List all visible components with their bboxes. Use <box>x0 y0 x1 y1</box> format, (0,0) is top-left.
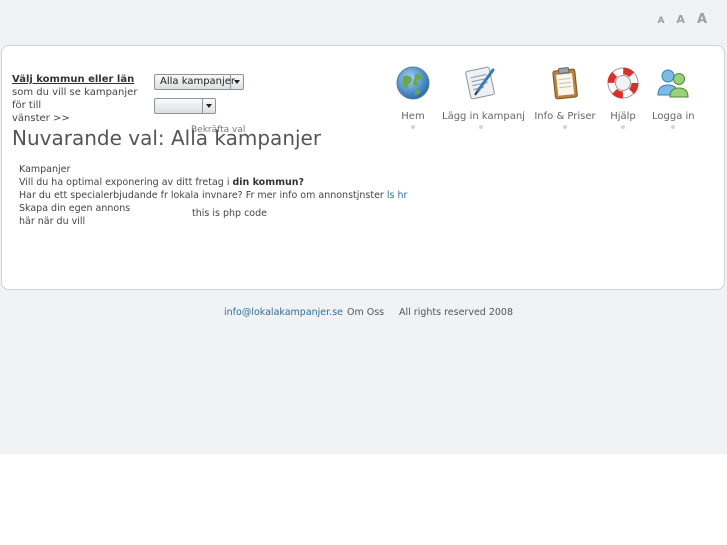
nav-item-hem[interactable]: Hem <box>395 65 431 129</box>
nav-item-lagg-in-kampanj[interactable]: Lägg in kampanj <box>442 65 525 129</box>
font-size-small-button[interactable]: A <box>657 16 664 26</box>
nav-indicator-dot <box>479 125 483 129</box>
nav-indicator-dot <box>671 125 675 129</box>
footer-about-link[interactable]: Om Oss <box>347 307 384 318</box>
globe-icon <box>396 66 430 100</box>
nav-indicator-dot <box>563 125 567 129</box>
read-more-link[interactable]: ls hr <box>387 190 408 201</box>
nav-item-label: Logga in <box>652 111 695 122</box>
nav-indicator-dot <box>621 125 625 129</box>
clipboard-icon <box>552 67 578 100</box>
nav-item-hjalp[interactable]: Hjälp <box>605 65 641 129</box>
document-pen-icon <box>465 66 495 100</box>
nav-item-label: Info & Priser <box>534 111 596 122</box>
footer-copyright: All rights reserved 2008 <box>399 307 514 318</box>
main-navigation: Hem Lägg in kampanj Info & Priser Hjälp … <box>2 65 726 135</box>
font-size-large-button[interactable]: A <box>697 12 707 27</box>
nav-indicator-dot <box>411 125 415 129</box>
nav-item-label: Hem <box>401 111 425 122</box>
content-text-span: Har du ett specialerbjudande fr lokala i… <box>19 190 387 201</box>
font-size-controls: A A A <box>657 12 707 27</box>
php-placeholder-text: this is php code <box>192 208 267 219</box>
nav-item-label: Lägg in kampanj <box>442 111 525 122</box>
footer-email-link[interactable]: info@lokalakampanjer.se <box>224 307 343 318</box>
users-icon <box>657 69 689 98</box>
font-size-medium-button[interactable]: A <box>676 13 685 26</box>
content-line-specialerbjudande: Har du ett specialerbjudande fr lokala i… <box>19 189 407 202</box>
content-text-span: Vill du ha optimal exponering av ditt fr… <box>19 177 233 188</box>
content-bold-text: din kommun? <box>232 177 305 188</box>
nav-item-info-priser[interactable]: Info & Priser <box>533 65 597 129</box>
content-line-kampanjer: Kampanjer <box>19 164 71 175</box>
nav-item-logga-in[interactable]: Logga in <box>652 65 695 129</box>
main-panel: Välj kommun eller län som du vill se kam… <box>1 45 725 290</box>
nav-item-label: Hjälp <box>610 111 636 122</box>
content-line-exponering: Vill du ha optimal exponering av ditt fr… <box>19 176 407 189</box>
lifebuoy-icon <box>607 67 639 99</box>
